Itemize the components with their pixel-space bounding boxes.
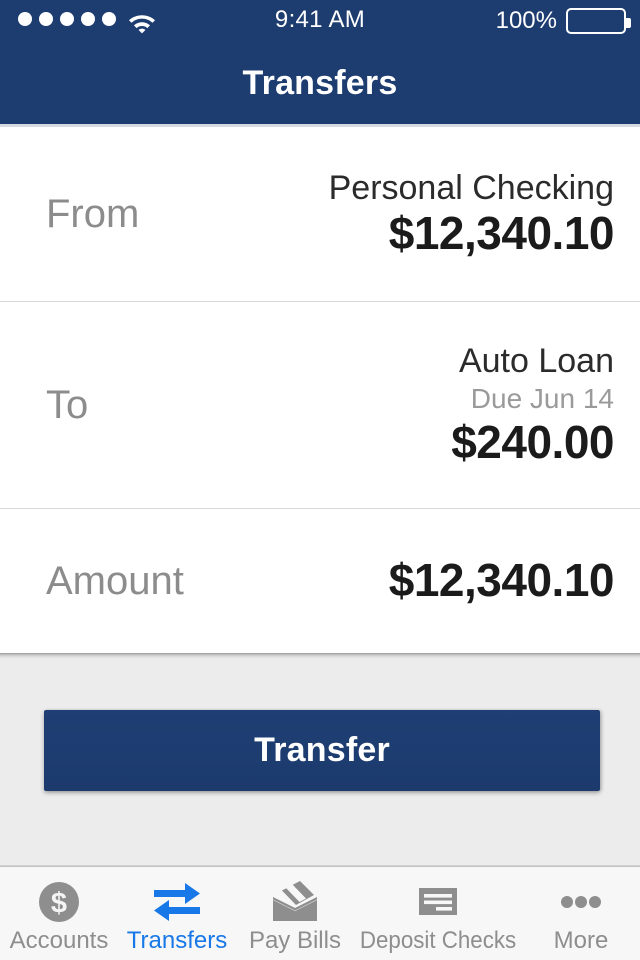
- check-document-icon: [412, 880, 464, 924]
- amount-row-label: Amount: [46, 558, 184, 603]
- envelope-icon: [269, 880, 321, 924]
- transfer-form: From Personal Checking $12,340.10 To Aut…: [0, 127, 640, 653]
- tab-accounts[interactable]: $ Accounts: [0, 867, 118, 960]
- to-row-label: To: [46, 383, 89, 427]
- from-account-name: Personal Checking: [328, 169, 614, 208]
- tab-more[interactable]: More: [522, 867, 640, 960]
- from-row-values: Personal Checking $12,340.10: [328, 168, 615, 260]
- from-row[interactable]: From Personal Checking $12,340.10: [0, 127, 640, 302]
- tab-transfers[interactable]: Transfers: [118, 867, 236, 960]
- to-row[interactable]: To Auto Loan Due Jun 14 $240.00: [0, 302, 640, 509]
- from-row-label: From: [46, 192, 140, 236]
- to-account-name: Auto Loan: [458, 341, 614, 380]
- tab-bar: $ Accounts Transfers Pay Bills Deposit C…: [0, 866, 640, 960]
- amount-row-values: $12,340.10: [389, 554, 615, 607]
- dollar-circle-icon: $: [37, 880, 81, 924]
- tab-deposit-checks-label: Deposit Checks: [359, 927, 517, 954]
- tab-pay-bills-label: Pay Bills: [248, 927, 341, 954]
- to-account-due-date: Due Jun 14: [470, 383, 614, 415]
- battery-indicator: 100%: [495, 7, 631, 35]
- ellipsis-icon: [555, 880, 607, 924]
- tab-deposit-checks[interactable]: Deposit Checks: [354, 867, 522, 960]
- two-way-arrows-icon: [151, 880, 203, 924]
- app-root: 9:41 AM 100% Transfers From Personal Che…: [0, 0, 640, 960]
- amount-value[interactable]: $12,340.10: [389, 554, 615, 607]
- tab-more-label: More: [553, 927, 609, 954]
- tab-transfers-label: Transfers: [126, 927, 228, 954]
- to-account-amount-due: $240.00: [451, 416, 614, 469]
- to-row-values: Auto Loan Due Jun 14 $240.00: [451, 341, 614, 469]
- amount-row[interactable]: Amount $12,340.10: [0, 509, 640, 652]
- transfer-button[interactable]: Transfer: [44, 710, 600, 791]
- status-bar: 9:41 AM 100%: [0, 0, 640, 42]
- tab-accounts-label: Accounts: [9, 927, 109, 954]
- from-account-balance: $12,340.10: [388, 207, 615, 260]
- battery-full-icon: [566, 8, 631, 34]
- tab-pay-bills[interactable]: Pay Bills: [236, 867, 354, 960]
- navigation-bar: Transfers: [0, 42, 640, 124]
- action-panel: Transfer: [0, 659, 640, 866]
- page-title: Transfers: [242, 63, 398, 102]
- svg-text:$: $: [51, 888, 67, 920]
- battery-percent-label: 100%: [495, 7, 557, 34]
